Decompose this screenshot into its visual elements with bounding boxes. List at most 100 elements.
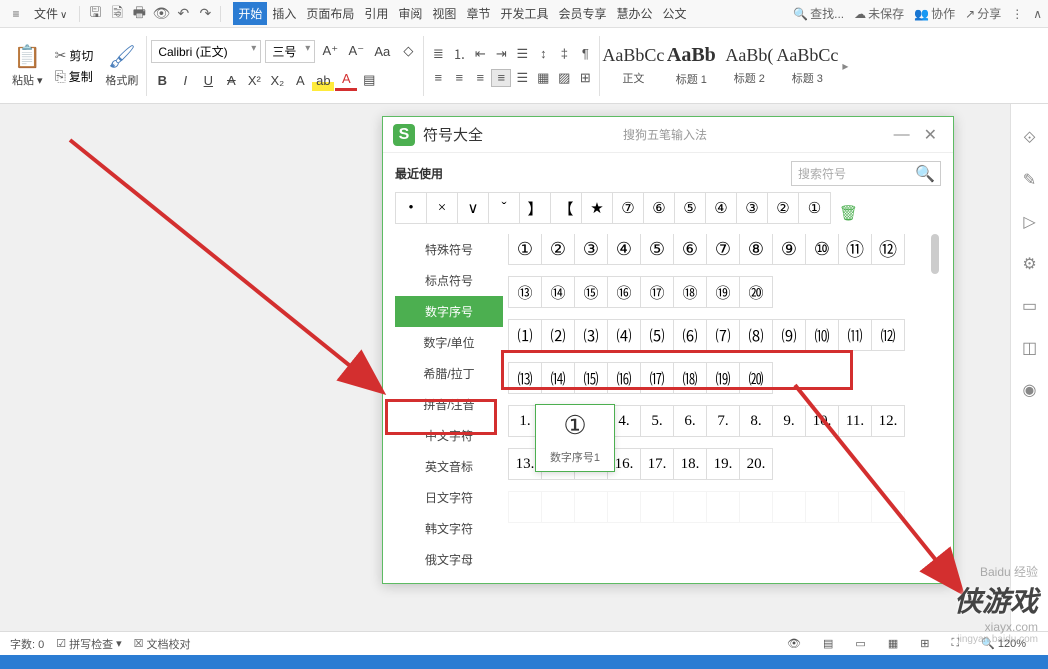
symbol-cell[interactable]: ⑽: [805, 319, 839, 351]
view-outline-icon[interactable]: ▤: [823, 637, 833, 650]
recent-symbol[interactable]: ②: [768, 193, 799, 223]
nav-icon[interactable]: ◫: [1022, 338, 1037, 358]
category-item[interactable]: 俄文字母: [395, 544, 503, 575]
style-heading1[interactable]: AaBb标题 1: [662, 36, 720, 96]
tab-insert[interactable]: 插入: [267, 2, 301, 25]
style-normal[interactable]: AaBbCc正文: [604, 36, 662, 96]
symbol-cell[interactable]: ⑤: [640, 234, 674, 265]
symbol-cell[interactable]: 20.: [739, 448, 773, 480]
symbol-cell[interactable]: ⒅: [673, 362, 707, 394]
font-color-button[interactable]: A: [335, 69, 357, 91]
print-preview-icon[interactable]: 👁: [150, 5, 172, 22]
collab-button[interactable]: 👥 协作: [914, 5, 955, 22]
symbol-cell[interactable]: ⑭: [541, 276, 575, 308]
more-icon[interactable]: ⋮: [1011, 7, 1023, 21]
symbol-cell[interactable]: 10.: [805, 405, 839, 437]
tab-gongwen[interactable]: 公文: [658, 2, 692, 25]
symbol-cell[interactable]: ⑴: [508, 319, 542, 351]
tab-view[interactable]: 视图: [427, 2, 461, 25]
symbol-cell[interactable]: ⒆: [706, 362, 740, 394]
category-item[interactable]: 日文字符: [395, 482, 503, 513]
category-item[interactable]: 数字序号: [395, 296, 503, 327]
shading-icon[interactable]: ▨: [554, 69, 574, 87]
align-center-icon[interactable]: ≡: [449, 69, 469, 87]
symbol-cell[interactable]: ⑫: [871, 234, 905, 265]
style-heading2[interactable]: AaBb(标题 2: [720, 36, 778, 96]
format-painter-button[interactable]: 🖌 格式刷: [101, 42, 142, 90]
bold-button[interactable]: B: [151, 69, 173, 91]
outline-icon[interactable]: ☰: [512, 45, 532, 63]
spellcheck-toggle[interactable]: ☑ 拼写检查 ▾: [56, 636, 121, 652]
copy-button[interactable]: ⎘复制: [51, 67, 98, 86]
tab-huiban[interactable]: 慧办公: [611, 2, 657, 25]
tab-vip[interactable]: 会员专享: [553, 2, 611, 25]
category-item[interactable]: 中文字符: [395, 420, 503, 451]
category-item[interactable]: 标点符号: [395, 265, 503, 296]
symbol-cell[interactable]: 7.: [706, 405, 740, 437]
file-menu[interactable]: 文件∨: [26, 3, 75, 24]
category-item[interactable]: 拼音/注音: [395, 389, 503, 420]
view-print-icon[interactable]: ⊞: [920, 637, 929, 650]
symbol-cell[interactable]: 11.: [838, 405, 872, 437]
recent-symbol[interactable]: 【: [551, 193, 582, 223]
minimize-icon[interactable]: —: [886, 126, 918, 144]
help-icon[interactable]: ◉: [1023, 380, 1037, 400]
close-icon[interactable]: ✕: [918, 125, 943, 145]
symbol-cell[interactable]: ⑳: [739, 276, 773, 308]
scrollbar-thumb[interactable]: [931, 234, 939, 274]
recent-symbol[interactable]: •: [396, 193, 427, 223]
change-case-icon[interactable]: Aa: [371, 40, 393, 62]
dialog-titlebar[interactable]: S 符号大全 搜狗五笔输入法 — ✕: [383, 117, 953, 153]
select-icon[interactable]: ▷: [1023, 212, 1035, 232]
symbol-cell[interactable]: 19.: [706, 448, 740, 480]
symbol-cell[interactable]: ⒇: [739, 362, 773, 394]
indent-decrease-icon[interactable]: ⇤: [470, 45, 490, 63]
folder-icon[interactable]: ▭: [1022, 296, 1037, 316]
tab-home[interactable]: 开始: [233, 2, 267, 25]
symbol-cell[interactable]: ⑮: [574, 276, 608, 308]
symbol-cell[interactable]: ⑪: [838, 234, 872, 265]
recent-symbol[interactable]: ⑤: [675, 193, 706, 223]
superscript-button[interactable]: X²: [243, 69, 265, 91]
line-spacing-icon[interactable]: ‡: [554, 45, 574, 63]
symbol-cell[interactable]: ⑼: [772, 319, 806, 351]
reading-mode-icon[interactable]: 👁: [787, 637, 801, 650]
category-item[interactable]: 特殊符号: [395, 234, 503, 265]
number-list-icon[interactable]: ⒈: [449, 45, 469, 63]
view-page-icon[interactable]: ▭: [855, 637, 865, 650]
recent-symbol[interactable]: 】: [520, 193, 551, 223]
view-web-icon[interactable]: ▦: [888, 637, 898, 650]
highlight-button[interactable]: ab: [312, 69, 334, 91]
hamburger-icon[interactable]: ≡: [6, 7, 26, 21]
undo-icon[interactable]: ↶: [172, 5, 194, 22]
symbol-cell[interactable]: ⑺: [706, 319, 740, 351]
symbol-cell[interactable]: ⑷: [607, 319, 641, 351]
recent-symbol[interactable]: ×: [427, 193, 458, 223]
category-item[interactable]: 希腊/拉丁: [395, 358, 503, 389]
tab-references[interactable]: 引用: [359, 2, 393, 25]
symbol-cell[interactable]: ⑨: [772, 234, 806, 265]
symbol-cell[interactable]: ④: [607, 234, 641, 265]
wordcount[interactable]: 字数: 0: [10, 636, 44, 652]
recent-symbol[interactable]: ⑥: [644, 193, 675, 223]
shading-button[interactable]: ▤: [358, 69, 380, 91]
symbol-cell[interactable]: ⑲: [706, 276, 740, 308]
proofread-button[interactable]: ☒ 文档校对: [134, 636, 191, 652]
symbol-cell[interactable]: ③: [574, 234, 608, 265]
bullet-list-icon[interactable]: ≣: [428, 45, 448, 63]
search-button[interactable]: 🔍 查找...: [793, 5, 844, 22]
symbol-cell[interactable]: ⒂: [574, 362, 608, 394]
align-justify-icon[interactable]: ≡: [491, 69, 511, 87]
symbol-cell[interactable]: ⒄: [640, 362, 674, 394]
settings-icon[interactable]: ⚙: [1022, 254, 1036, 274]
align-right-icon[interactable]: ≡: [470, 69, 490, 87]
style-heading3[interactable]: AaBbCc标题 3: [778, 36, 836, 96]
category-item[interactable]: 韩文字符: [395, 513, 503, 544]
cut-button[interactable]: ✂剪切: [51, 46, 98, 65]
symbol-cell[interactable]: ⑶: [574, 319, 608, 351]
symbol-cell[interactable]: ⑯: [607, 276, 641, 308]
tab-sections[interactable]: 章节: [461, 2, 495, 25]
zoom-value[interactable]: 🔍 120%: [981, 637, 1026, 650]
search-icon[interactable]: 🔍: [915, 164, 935, 184]
collapse-ribbon-icon[interactable]: ∧: [1033, 7, 1042, 21]
